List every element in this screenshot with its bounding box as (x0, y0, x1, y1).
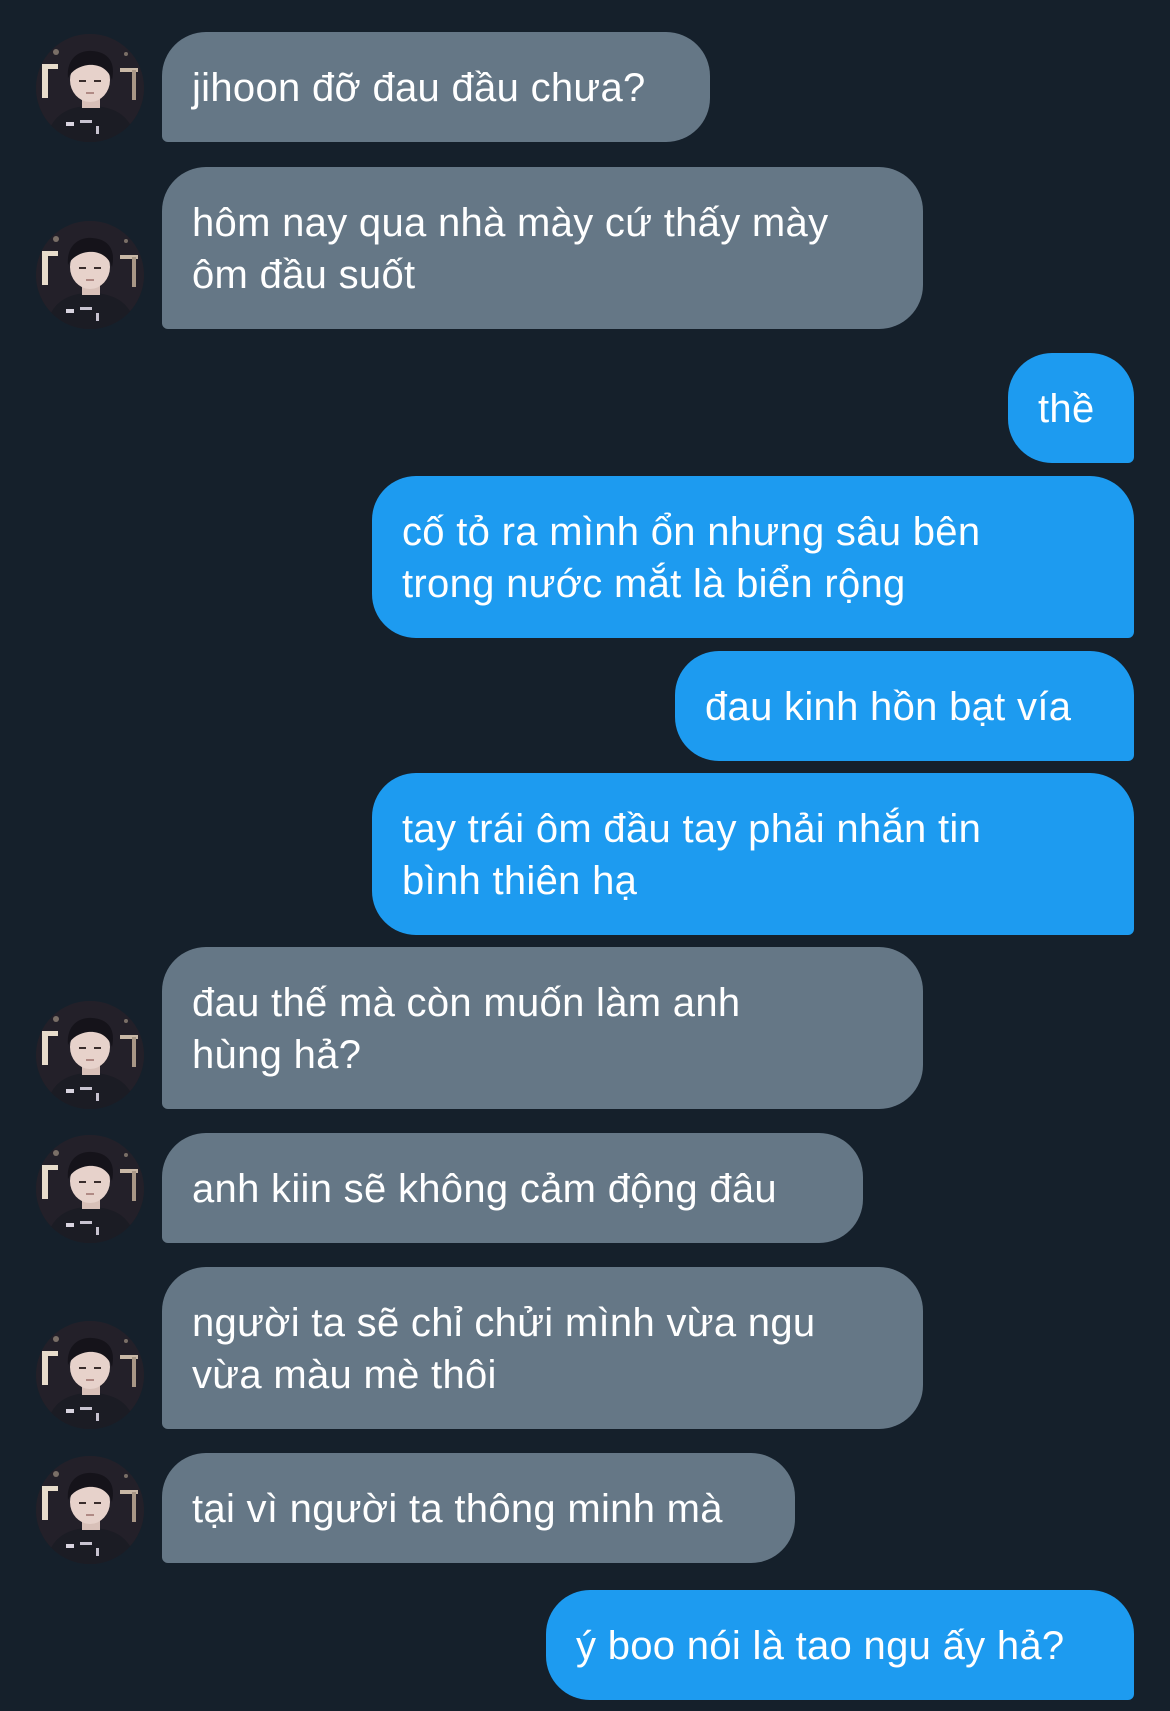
contact-avatar[interactable] (36, 34, 144, 142)
contact-avatar[interactable] (36, 1001, 144, 1109)
received-message-bubble[interactable]: tại vì người ta thông minh mà (162, 1453, 795, 1563)
received-message-bubble[interactable]: người ta sẽ chỉ chửi mình vừa ngu vừa mà… (162, 1267, 923, 1429)
contact-avatar[interactable] (36, 1456, 144, 1564)
contact-avatar[interactable] (36, 1321, 144, 1429)
contact-avatar[interactable] (36, 1135, 144, 1243)
sent-message-bubble[interactable]: ý boo nói là tao ngu ấy hả? (546, 1590, 1134, 1700)
received-message-bubble[interactable]: anh kiin sẽ không cảm động đâu (162, 1133, 863, 1243)
contact-avatar[interactable] (36, 221, 144, 329)
received-message-bubble[interactable]: jihoon đỡ đau đầu chưa? (162, 32, 710, 142)
sent-message-bubble[interactable]: thề (1008, 353, 1134, 463)
received-message-bubble[interactable]: đau thế mà còn muốn làm anh hùng hả? (162, 947, 923, 1109)
sent-message-bubble[interactable]: tay trái ôm đầu tay phải nhắn tin bình t… (372, 773, 1134, 935)
received-message-bubble[interactable]: hôm nay qua nhà mày cứ thấy mày ôm đầu s… (162, 167, 923, 329)
sent-message-bubble[interactable]: cố tỏ ra mình ổn nhưng sâu bên trong nướ… (372, 476, 1134, 638)
sent-message-bubble[interactable]: đau kinh hồn bạt vía (675, 651, 1134, 761)
